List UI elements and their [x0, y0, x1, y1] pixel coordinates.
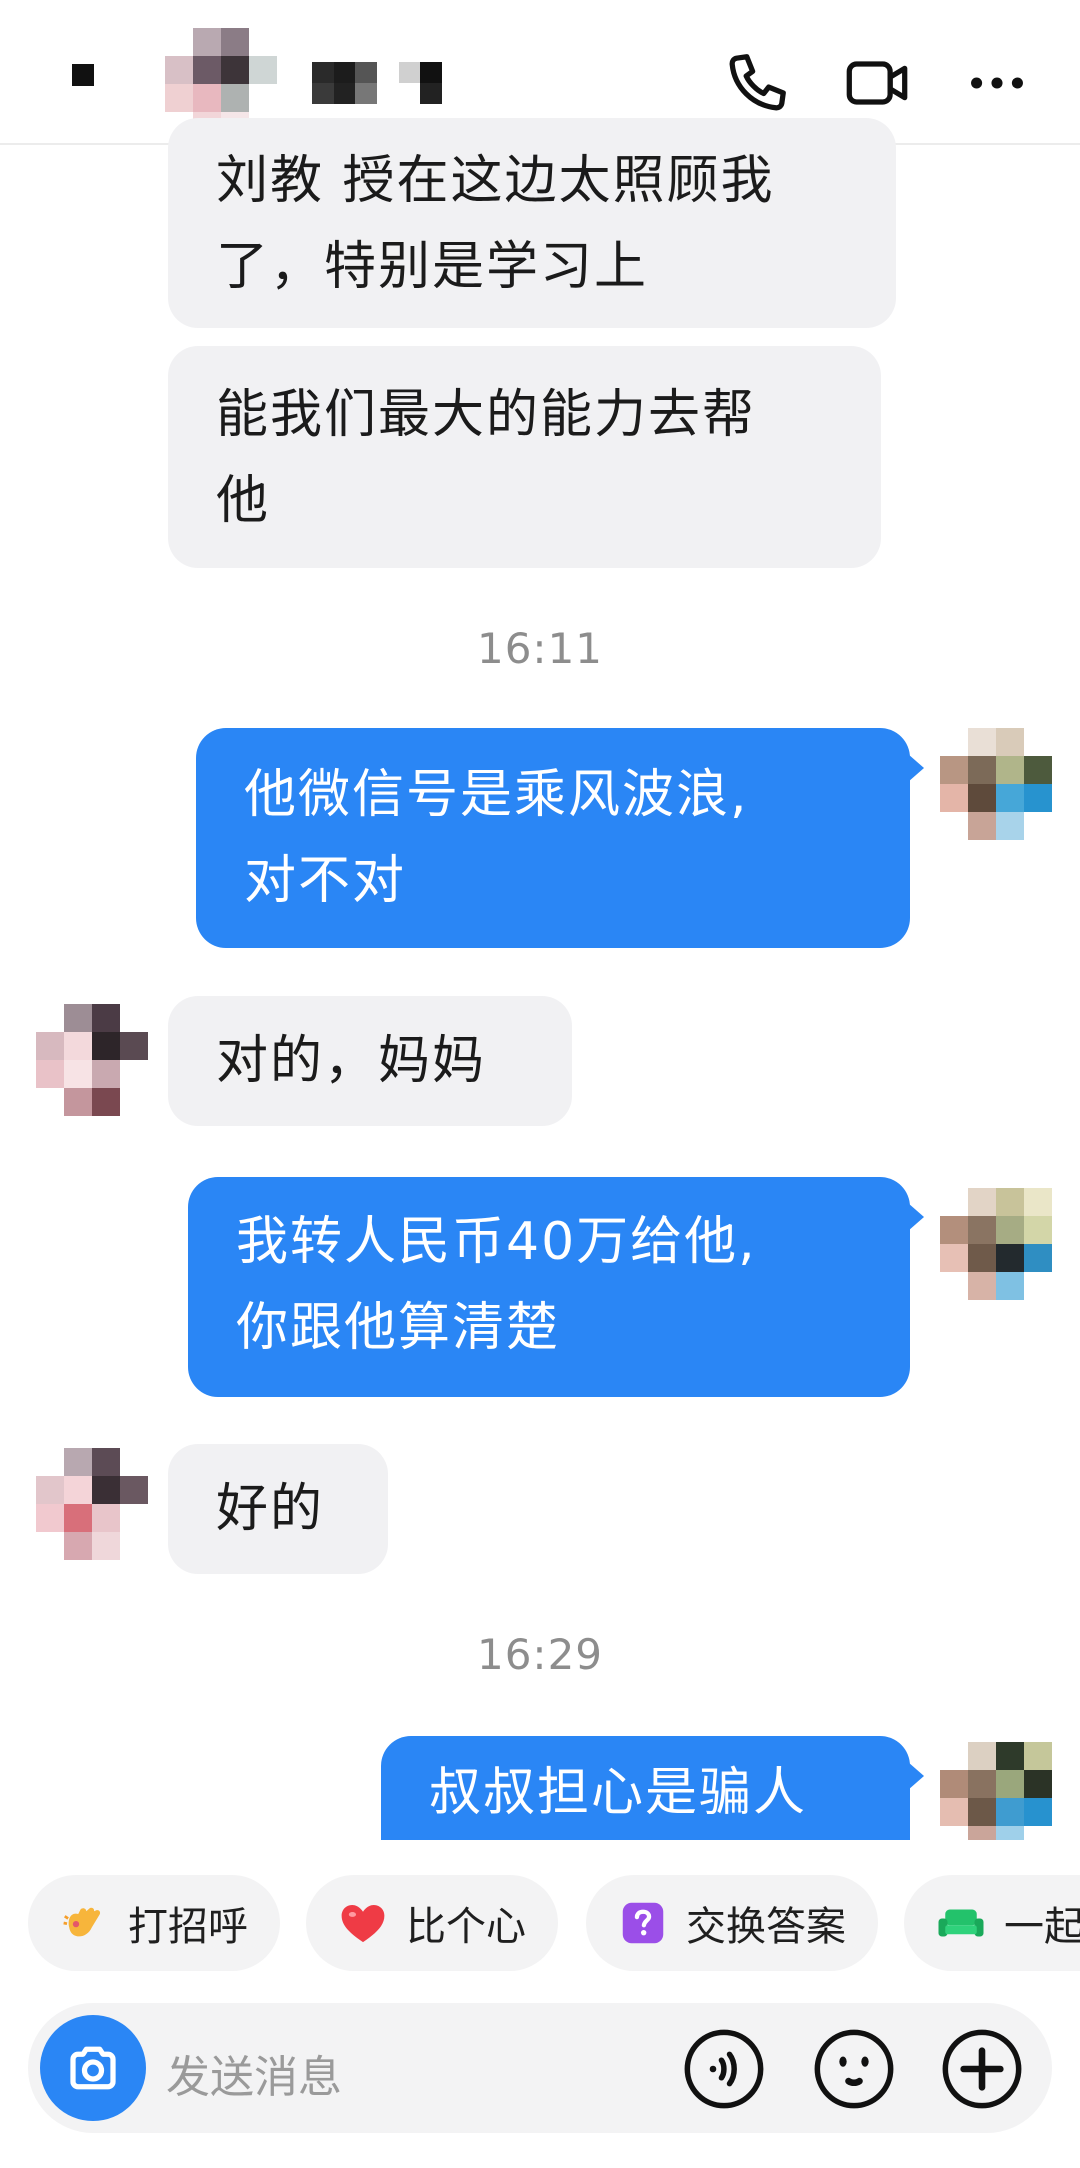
- message-line: 他微信号是乘风波浪,: [244, 765, 749, 825]
- message-input-bar: 发送消息: [28, 2003, 1052, 2133]
- my-avatar[interactable]: [940, 1188, 1052, 1300]
- message-line: 对不对: [244, 851, 407, 911]
- my-avatar[interactable]: [940, 1742, 1052, 1840]
- chip-say-hi[interactable]: 打招呼: [28, 1875, 280, 1971]
- message-viewport-clip: 叔叔担心是骗人: [0, 1700, 1080, 1840]
- video-call-icon[interactable]: [838, 48, 916, 118]
- message-line: 好的: [216, 1479, 325, 1539]
- chip-exchange-answers[interactable]: 交换答案: [586, 1875, 878, 1971]
- heart-icon: [336, 1896, 390, 1950]
- message-line: 了，特别是学习上: [216, 237, 649, 297]
- chip-label: 比个心: [406, 1904, 526, 1950]
- voice-icon[interactable]: [680, 2025, 768, 2113]
- message-line: 你跟他算清楚: [236, 1298, 561, 1358]
- chip-label: 一起: [1004, 1904, 1080, 1950]
- quick-actions-bar: 打招呼 比个心 交换答案 一起: [0, 1875, 1080, 1975]
- timestamp: 16:29: [476, 1630, 604, 1679]
- wave-hand-icon: [58, 1896, 112, 1950]
- outgoing-message[interactable]: 他微信号是乘风波浪, 对不对: [196, 728, 924, 948]
- camera-icon[interactable]: [40, 2015, 146, 2121]
- chip-label: 打招呼: [128, 1904, 248, 1950]
- contact-avatar[interactable]: [36, 1004, 148, 1116]
- incoming-message[interactable]: 好的: [168, 1444, 388, 1574]
- chip-heart[interactable]: 比个心: [306, 1875, 558, 1971]
- contact-name-blurred: [312, 62, 442, 104]
- message-input[interactable]: 发送消息: [166, 2041, 342, 2105]
- outgoing-message[interactable]: 我转人民币40万给他, 你跟他算清楚: [188, 1177, 924, 1397]
- sofa-icon: [934, 1896, 988, 1950]
- incoming-message[interactable]: 刘教 授在这边太照顾我 了，特别是学习上: [168, 118, 896, 328]
- phone-icon[interactable]: [718, 48, 796, 118]
- message-line: 我转人民币40万给他,: [236, 1212, 757, 1272]
- emoji-icon[interactable]: [810, 2025, 898, 2113]
- chip-label: 交换答案: [686, 1904, 846, 1950]
- timestamp: 16:11: [476, 624, 604, 673]
- chip-together[interactable]: 一起: [904, 1875, 1080, 1971]
- back-icon[interactable]: [72, 64, 94, 86]
- more-icon[interactable]: [958, 48, 1036, 118]
- message-line: 对的，妈妈: [216, 1031, 487, 1091]
- message-line: 能我们最大的能力去帮: [216, 385, 757, 445]
- incoming-message[interactable]: 能我们最大的能力去帮 他: [168, 346, 881, 568]
- plus-icon[interactable]: [938, 2025, 1026, 2113]
- message-line: 他: [216, 471, 271, 531]
- outgoing-message[interactable]: 叔叔担心是骗人: [381, 1736, 924, 1840]
- message-line: 叔叔担心是骗人: [429, 1763, 808, 1823]
- question-icon: [616, 1896, 670, 1950]
- message-line: 刘教 授在这边太照顾我: [216, 151, 775, 211]
- incoming-message[interactable]: 对的，妈妈: [168, 996, 572, 1126]
- my-avatar[interactable]: [940, 728, 1052, 840]
- contact-avatar[interactable]: [36, 1448, 148, 1560]
